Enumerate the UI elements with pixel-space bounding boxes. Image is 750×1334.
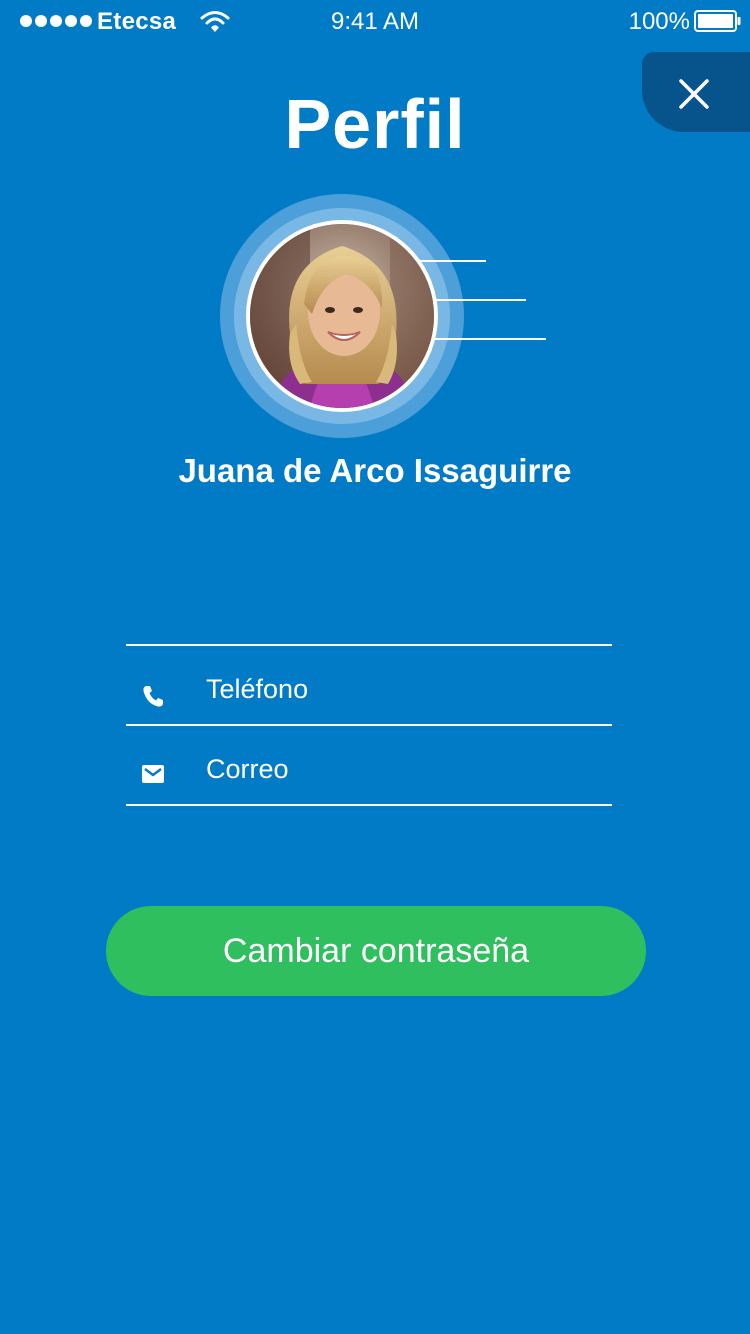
profile-screen: Etecsa 9:41 AM 100% Perfil Juana de Arco… <box>0 0 750 1334</box>
email-field[interactable] <box>126 726 612 806</box>
email-input[interactable] <box>206 748 606 790</box>
envelope-icon <box>142 765 164 783</box>
status-bar: Etecsa 9:41 AM 100% <box>0 0 750 42</box>
phone-icon <box>143 686 163 707</box>
phone-field[interactable] <box>126 646 612 726</box>
battery-percentage: 100% <box>628 8 690 35</box>
user-name: Juana de Arco Issaguirre <box>178 452 572 489</box>
avatar[interactable] <box>246 220 438 412</box>
battery-icon <box>694 10 741 32</box>
contact-form <box>126 644 612 806</box>
avatar-photo-illustration <box>250 224 434 408</box>
phone-input[interactable] <box>206 668 606 710</box>
change-password-button[interactable]: Cambiar contraseña <box>106 906 646 996</box>
page-title: Perfil <box>284 85 466 163</box>
